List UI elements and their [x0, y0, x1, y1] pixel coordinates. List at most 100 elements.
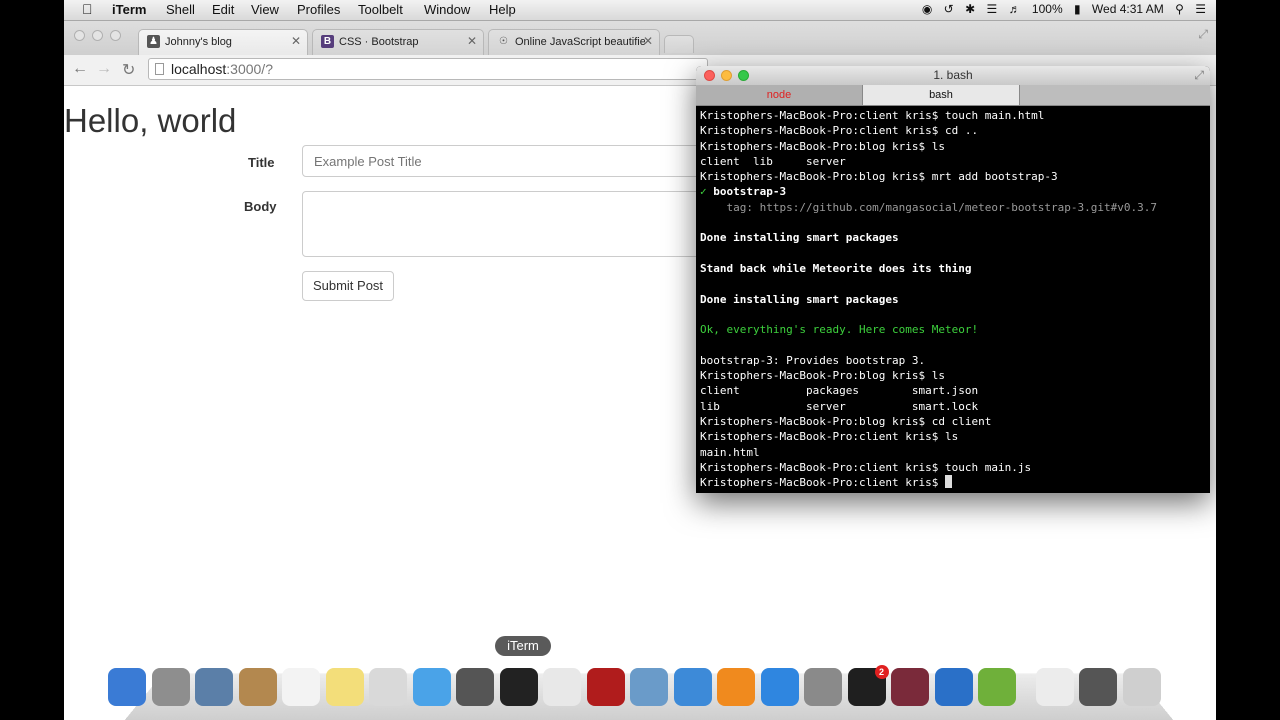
- desktop-screen:  iTerm Shell Edit View Profiles Toolbel…: [64, 0, 1216, 720]
- iphoto-icon[interactable]: [630, 668, 668, 706]
- iterm-tab-node[interactable]: node: [696, 85, 862, 105]
- menu-app-name[interactable]: iTerm: [112, 2, 146, 17]
- terminal-line: Kristophers-MacBook-Pro:client kris$ ls: [700, 430, 959, 444]
- chrome-icon[interactable]: [543, 668, 581, 706]
- iterm-zoom-button[interactable]: [738, 70, 749, 81]
- submit-post-button[interactable]: Submit Post: [302, 271, 394, 301]
- reload-icon[interactable]: ↻: [122, 60, 135, 80]
- filemerge-icon[interactable]: [978, 668, 1016, 706]
- quicktime-icon[interactable]: [934, 668, 973, 706]
- record-icon[interactable]: ◉: [922, 2, 932, 16]
- menu-bar:  iTerm Shell Edit View Profiles Toolbel…: [64, 0, 1216, 21]
- browser-zoom-button[interactable]: [110, 30, 121, 41]
- bluetooth-icon[interactable]: ✱: [965, 2, 975, 16]
- terminal-line: lib server smart.lock: [700, 399, 979, 413]
- body-label: Body: [244, 199, 277, 214]
- terminal-output[interactable]: Kristophers-MacBook-Pro:client kris$ tou…: [696, 106, 1210, 493]
- menu-window[interactable]: Window: [424, 2, 470, 17]
- terminal-line: Kristophers-MacBook-Pro:blog kris$ mrt a…: [700, 170, 1058, 184]
- terminal-line: Kristophers-MacBook-Pro:blog kris$ ls: [700, 369, 946, 383]
- url-text[interactable]: localhost:3000/?: [171, 61, 273, 77]
- iterm-tab-bash[interactable]: bash: [862, 85, 1020, 105]
- terminal-line: client packages smart.json: [700, 384, 979, 398]
- terminal-line: Kristophers-MacBook-Pro:blog kris$ cd cl…: [700, 414, 992, 428]
- url-host: localhost: [171, 61, 227, 77]
- iterm-window-title: 1. bash: [933, 68, 973, 82]
- person-favicon-icon: ♟: [147, 35, 160, 48]
- wifi-icon[interactable]: ☰: [986, 2, 997, 16]
- browser-minimize-button[interactable]: [92, 30, 103, 41]
- menu-view[interactable]: View: [251, 2, 279, 17]
- tab-label: Johnny's blog: [165, 36, 232, 48]
- app-store-icon[interactable]: [760, 668, 799, 706]
- iterm-minimize-button[interactable]: [721, 70, 732, 81]
- tab-label: Online JavaScript beautifier: [515, 36, 645, 48]
- iterm-icon[interactable]: [499, 668, 538, 706]
- notification-center-icon[interactable]: ☰: [1195, 2, 1206, 16]
- preview-icon[interactable]: [369, 668, 407, 706]
- system-preferences-icon[interactable]: [804, 668, 842, 706]
- beautifier-favicon-icon: ☉: [499, 36, 508, 47]
- tab-close-icon[interactable]: ✕: [467, 34, 477, 48]
- terminal-line: Stand back while Meteorite does its thin…: [700, 261, 972, 275]
- tab-css-bootstrap[interactable]: B CSS · Bootstrap ✕: [312, 29, 484, 55]
- trash-icon[interactable]: [1122, 668, 1161, 706]
- facetime-icon[interactable]: [456, 668, 494, 706]
- title-label: Title: [248, 155, 275, 170]
- forward-arrow-icon[interactable]: →: [96, 60, 112, 78]
- spotify-icon[interactable]: 2: [847, 665, 889, 706]
- fullscreen-icon[interactable]: ⤢: [1198, 27, 1208, 42]
- log-document-icon[interactable]: [1035, 668, 1074, 706]
- spotify-badge: 2: [874, 665, 889, 679]
- terminal-line: Ok, everything's ready. Here comes Meteo…: [700, 323, 979, 337]
- messages-icon[interactable]: [412, 668, 451, 706]
- photo-booth-icon[interactable]: [586, 668, 625, 706]
- page-icon: [155, 63, 164, 75]
- textmate-icon[interactable]: [891, 668, 929, 706]
- itunes-icon[interactable]: [673, 668, 712, 706]
- menu-help[interactable]: Help: [489, 2, 516, 17]
- url-path: :3000/?: [226, 61, 273, 77]
- downloads-stack-icon[interactable]: [1079, 668, 1117, 706]
- menu-toolbelt[interactable]: Toolbelt: [358, 2, 403, 17]
- back-arrow-icon[interactable]: ←: [72, 60, 88, 78]
- bootstrap-favicon-icon: B: [321, 35, 334, 48]
- title-input[interactable]: [302, 145, 722, 177]
- terminal-line: ✓ bootstrap-3: [700, 184, 1206, 199]
- clock[interactable]: Wed 4:31 AM: [1092, 2, 1164, 16]
- status-area: ◉ ↺ ✱ ☰ ♬ 100% ▮ Wed 4:31 AM ⚲ ☰: [914, 2, 1206, 16]
- new-tab-button[interactable]: [664, 35, 694, 53]
- menu-profiles[interactable]: Profiles: [297, 2, 340, 17]
- body-textarea[interactable]: [302, 191, 722, 257]
- iterm-close-button[interactable]: [704, 70, 715, 81]
- notes-icon[interactable]: [325, 668, 364, 706]
- tab-close-icon[interactable]: ✕: [291, 34, 301, 48]
- ibooks-icon[interactable]: [717, 668, 755, 706]
- launchpad-icon[interactable]: [151, 668, 190, 706]
- terminal-line: Kristophers-MacBook-Pro:client kris$ cd …: [700, 124, 979, 138]
- battery-icon[interactable]: ▮: [1074, 2, 1081, 16]
- finder-icon[interactable]: [108, 668, 146, 706]
- contacts-icon[interactable]: [238, 668, 277, 706]
- battery-percent[interactable]: 100%: [1032, 2, 1063, 16]
- tab-close-icon[interactable]: ✕: [643, 34, 653, 48]
- volume-icon[interactable]: ♬: [1009, 2, 1021, 16]
- tab-js-beautifier[interactable]: ☉ Online JavaScript beautifier ✕: [488, 29, 660, 55]
- calendar-icon[interactable]: [282, 668, 320, 706]
- browser-close-button[interactable]: [74, 30, 85, 41]
- mail-stamp-icon[interactable]: [195, 668, 233, 706]
- iterm-fullscreen-icon[interactable]: ⤢: [1194, 66, 1204, 85]
- terminal-line: Kristophers-MacBook-Pro:client kris$ tou…: [700, 109, 1045, 122]
- menu-edit[interactable]: Edit: [212, 2, 234, 17]
- menu-shell[interactable]: Shell: [166, 2, 195, 17]
- time-machine-icon[interactable]: ↺: [944, 2, 954, 16]
- spotlight-search-icon[interactable]: ⚲: [1175, 2, 1184, 16]
- tab-johnnys-blog[interactable]: ♟ Johnny's blog ✕: [138, 29, 308, 55]
- address-bar[interactable]: localhost:3000/?: [148, 58, 708, 80]
- iterm-title-bar[interactable]: 1. bash ⤢: [696, 66, 1210, 85]
- apple-logo-icon[interactable]: : [82, 1, 93, 17]
- terminal-line: client lib server: [700, 154, 846, 168]
